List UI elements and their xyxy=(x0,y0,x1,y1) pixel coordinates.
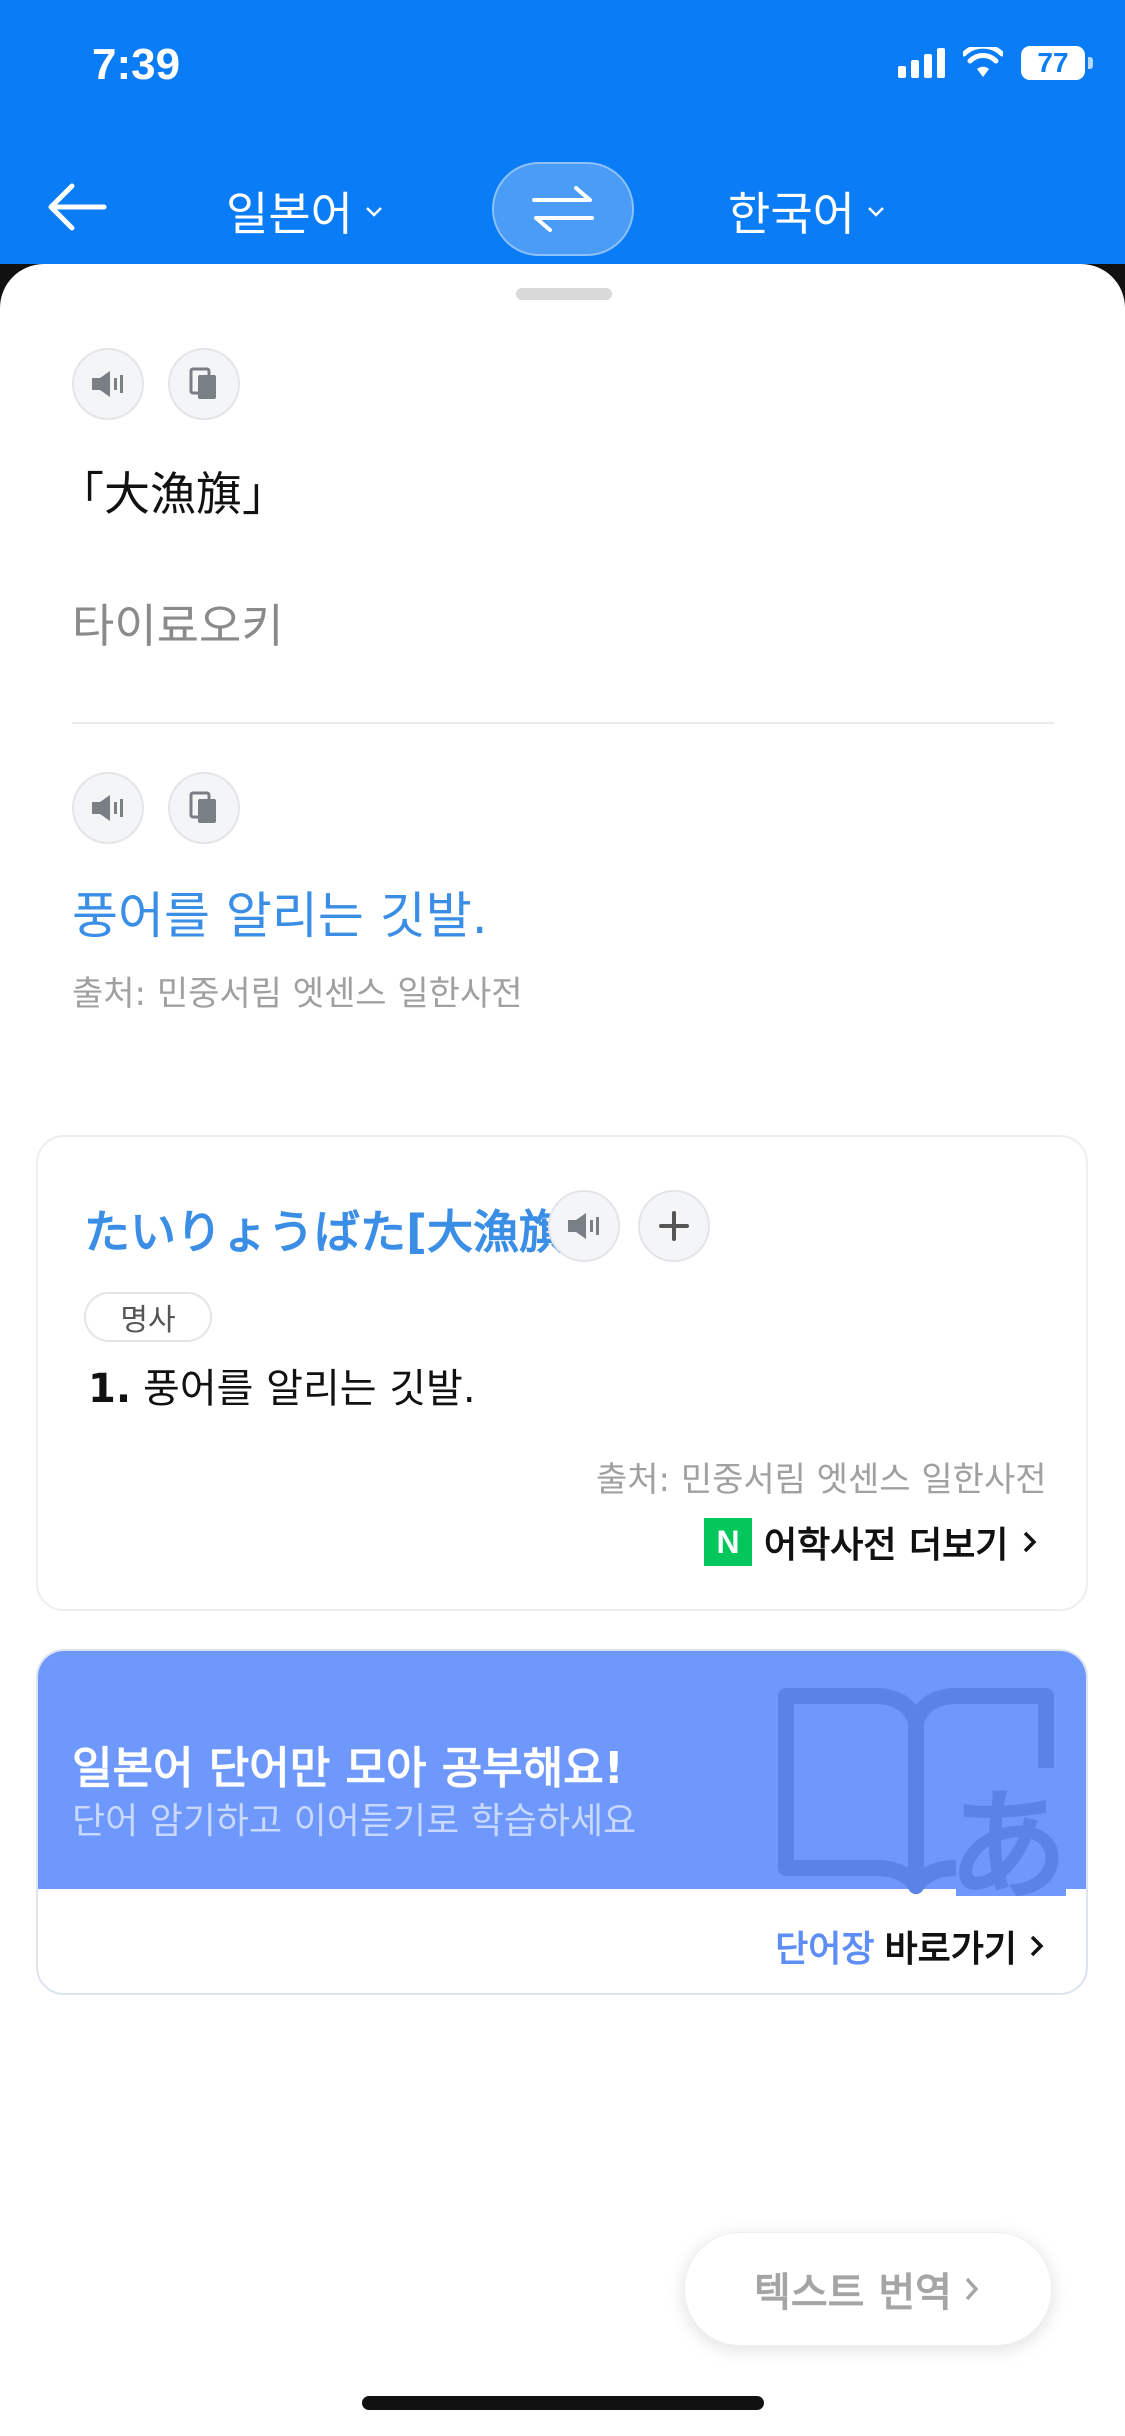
dictionary-more-label: 어학사전 더보기 xyxy=(764,1525,1009,1566)
signal-icon xyxy=(898,48,945,78)
status-icons: 77 xyxy=(898,46,1093,80)
definition-line: 1. 풍어를 알리는 깃발. xyxy=(88,1356,476,1414)
sheet-drag-handle[interactable] xyxy=(516,288,612,300)
definition-number: 1. xyxy=(88,1366,132,1412)
translation-source: 출처: 민중서림 엣센스 일한사전 xyxy=(72,974,523,1014)
promo-title: 일본어 단어만 모아 공부해요! xyxy=(72,1743,624,1794)
plus-icon xyxy=(659,1211,689,1241)
dictionary-speak-button[interactable] xyxy=(548,1190,620,1262)
source-language-label: 일본어 xyxy=(226,187,353,241)
copy-icon xyxy=(189,791,216,823)
part-of-speech-badge: 명사 xyxy=(84,1292,212,1342)
translation-copy-button[interactable] xyxy=(168,772,240,844)
translation-speak-button[interactable] xyxy=(72,772,144,844)
target-language-select[interactable]: 한국어 xyxy=(728,178,887,244)
chevron-right-icon xyxy=(965,2277,979,2301)
copy-icon xyxy=(189,367,216,399)
promo-art-glyph: あ xyxy=(948,1778,1066,1896)
divider xyxy=(72,722,1054,724)
dictionary-more-link[interactable]: N 어학사전 더보기 xyxy=(704,1516,1040,1568)
wifi-icon xyxy=(963,47,1003,77)
back-arrow-icon[interactable] xyxy=(42,172,112,242)
source-reading: 타이료오키 xyxy=(72,599,284,653)
dictionary-source: 출처: 민중서림 엣센스 일한사전 xyxy=(596,1460,1047,1500)
source-copy-button[interactable] xyxy=(168,348,240,420)
chevron-down-icon xyxy=(868,207,884,217)
add-to-wordbook-button[interactable] xyxy=(638,1190,710,1262)
definition-text: 풍어를 알리는 깃발. xyxy=(143,1366,476,1412)
wordbook-link-accent: 단어장 xyxy=(775,1929,875,1970)
chevron-down-icon xyxy=(366,207,382,217)
speaker-icon xyxy=(568,1213,599,1239)
home-indicator[interactable] xyxy=(362,2396,764,2410)
source-speak-button[interactable] xyxy=(72,348,144,420)
chevron-right-icon xyxy=(1024,1531,1037,1553)
wordbook-link-label: 바로가기 xyxy=(884,1929,1017,1970)
swap-arrows-icon xyxy=(532,186,594,232)
target-language-label: 한국어 xyxy=(728,187,855,241)
header: 7:39 77 일본어 한국어 xyxy=(0,0,1125,290)
speaker-icon xyxy=(92,795,123,821)
text-translate-label: 텍스트 번역 xyxy=(754,2270,952,2316)
speaker-icon xyxy=(92,371,123,397)
swap-languages-button[interactable] xyxy=(492,162,634,256)
chevron-right-icon xyxy=(1030,1935,1044,1957)
book-icon: あ xyxy=(778,1688,1066,1896)
status-time: 7:39 xyxy=(92,40,181,89)
dictionary-headword: たいりょうばた[大漁旗] xyxy=(84,1205,587,1259)
promo-subtitle: 단어 암기하고 이어듣기로 학습하세요 xyxy=(72,1801,637,1842)
source-language-select[interactable]: 일본어 xyxy=(226,178,385,244)
wordbook-link[interactable]: 단어장 바로가기 xyxy=(775,1920,1047,1972)
battery-icon: 77 xyxy=(1021,46,1093,80)
naver-logo: N xyxy=(704,1518,752,1566)
text-translate-button[interactable]: 텍스트 번역 xyxy=(684,2232,1052,2346)
translation-text: 풍어를 알리는 깃발. xyxy=(72,887,488,945)
source-text: 「大漁旗」 xyxy=(58,467,288,521)
